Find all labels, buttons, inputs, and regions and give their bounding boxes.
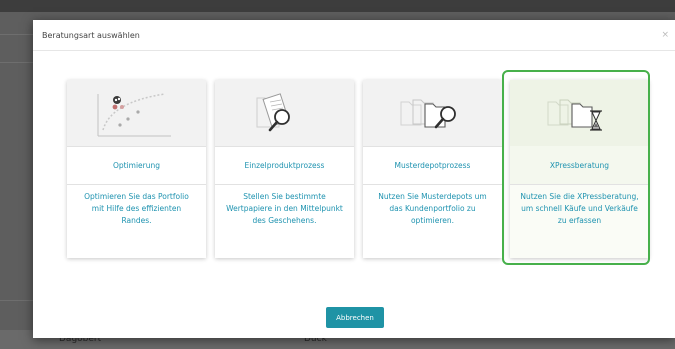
close-icon[interactable]: × xyxy=(661,30,669,40)
efficient-frontier-icon xyxy=(97,93,171,137)
document-magnifier-icon xyxy=(256,93,290,132)
card-optimierung[interactable]: Optimierung Optimieren Sie das Portfolio… xyxy=(67,80,206,258)
dialog-header-divider xyxy=(33,50,675,51)
cancel-button[interactable]: Abbrechen xyxy=(326,307,384,328)
card-image xyxy=(510,80,649,147)
folders-hourglass-icon xyxy=(547,99,602,131)
card-musterdepotprozess[interactable]: Musterdepotprozess Nutzen Sie Musterdepo… xyxy=(363,80,502,258)
card-description: Nutzen Sie Musterdepots um das Kundenpor… xyxy=(378,192,487,225)
card-description: Nutzen Sie die XPressberatung, um schnel… xyxy=(520,192,639,225)
dialog-title: Beratungsart auswählen xyxy=(42,31,140,40)
card-image xyxy=(363,80,502,147)
card-title: Einzelproduktprozess xyxy=(215,146,354,185)
folders-magnifier-icon xyxy=(400,99,456,129)
card-description: Stellen Sie bestimmte Wertpapiere in den… xyxy=(226,192,343,225)
background-topbar xyxy=(0,0,675,12)
card-image xyxy=(215,80,354,147)
card-xpressberatung[interactable]: XPressberatung Nutzen Sie die XPressbera… xyxy=(510,80,649,258)
card-image xyxy=(67,80,206,147)
card-description: Optimieren Sie das Portfolio mit Hilfe d… xyxy=(84,192,189,225)
consultation-type-dialog: Beratungsart auswählen × Optimierung Opt… xyxy=(33,20,675,338)
card-einzelproduktprozess[interactable]: Einzelproduktprozess Stellen Sie bestimm… xyxy=(215,80,354,258)
card-title: Optimierung xyxy=(67,146,206,185)
card-title: XPressberatung xyxy=(510,146,649,185)
card-title: Musterdepotprozess xyxy=(363,146,502,185)
